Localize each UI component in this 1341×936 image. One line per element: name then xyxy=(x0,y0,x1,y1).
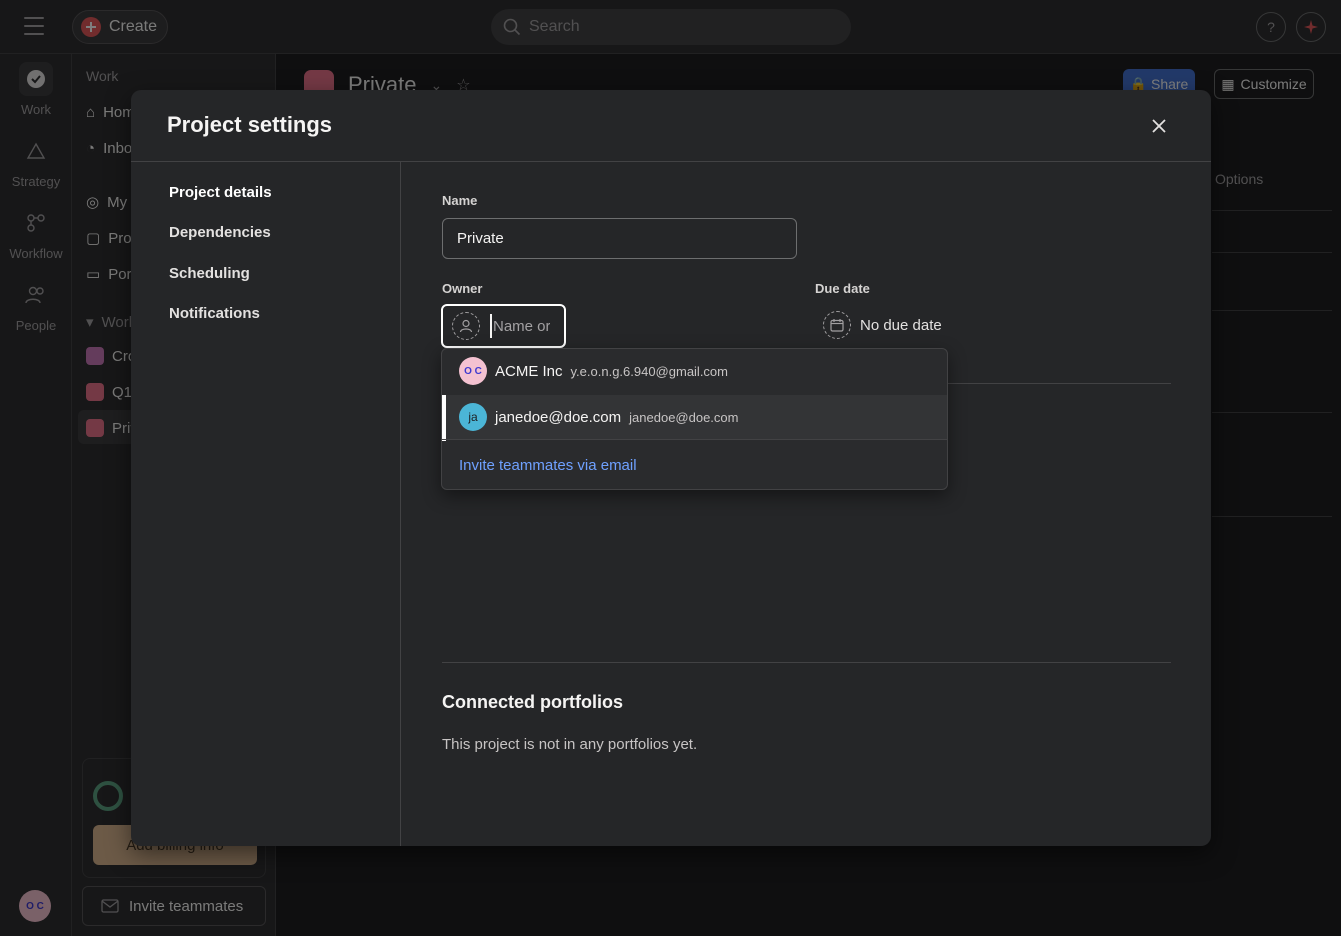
due-date-value: No due date xyxy=(860,316,942,334)
owner-label: Owner xyxy=(442,281,483,296)
section-divider xyxy=(442,662,1171,663)
modal-title: Project settings xyxy=(167,112,333,137)
project-name-input[interactable] xyxy=(442,218,797,259)
name-label: Name xyxy=(442,193,478,208)
owner-suggestions-dropdown: O C ACME Inc y.e.o.n.g.6.940@gmail.com j… xyxy=(441,348,948,490)
nav-scheduling[interactable]: Scheduling xyxy=(169,265,250,282)
close-button[interactable] xyxy=(1143,110,1175,142)
due-date-field[interactable]: No due date xyxy=(823,311,942,339)
settings-content: Name Owner Due date No due date Connecte… xyxy=(401,162,1211,846)
option-name: janedoe@doe.com xyxy=(495,408,622,426)
option-name: ACME Inc xyxy=(495,362,563,380)
user-avatar: ja xyxy=(459,403,487,431)
calendar-icon xyxy=(823,311,851,339)
invite-teammates-link[interactable]: Invite teammates via email xyxy=(459,457,637,474)
close-icon xyxy=(1152,119,1166,133)
owner-field[interactable] xyxy=(441,304,566,348)
connected-portfolios-heading: Connected portfolios xyxy=(442,692,623,712)
option-email: janedoe@doe.com xyxy=(629,409,739,425)
settings-nav: Project details Dependencies Scheduling … xyxy=(131,162,401,846)
dropdown-option-janedoe[interactable]: ja janedoe@doe.com janedoe@doe.com xyxy=(442,395,947,441)
dropdown-divider xyxy=(442,439,947,440)
option-email: y.e.o.n.g.6.940@gmail.com xyxy=(570,363,728,379)
user-avatar: O C xyxy=(459,357,487,385)
nav-notifications[interactable]: Notifications xyxy=(169,305,260,322)
connected-portfolios-empty-text: This project is not in any portfolios ye… xyxy=(442,736,698,753)
dropdown-option-acme[interactable]: O C ACME Inc y.e.o.n.g.6.940@gmail.com xyxy=(442,349,947,393)
person-icon xyxy=(452,312,480,340)
owner-input[interactable] xyxy=(490,314,550,338)
nav-project-details[interactable]: Project details xyxy=(169,184,272,201)
nav-dependencies[interactable]: Dependencies xyxy=(169,224,271,241)
due-date-label: Due date xyxy=(815,281,870,296)
